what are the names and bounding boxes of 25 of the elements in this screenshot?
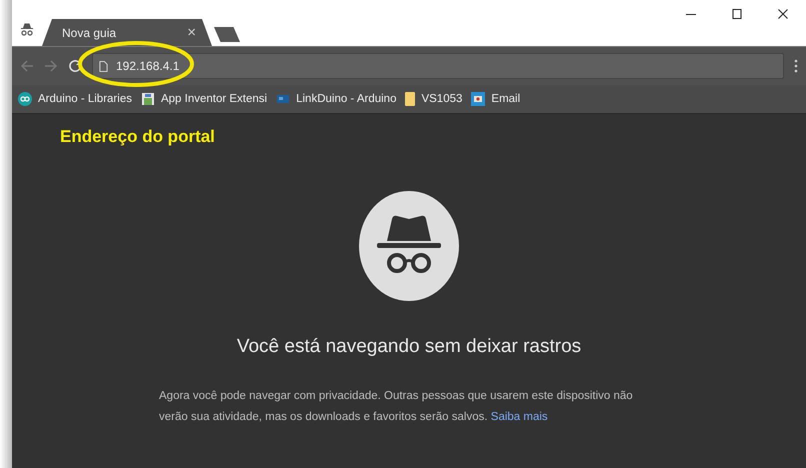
incognito-heading: Você está navegando sem deixar rastros xyxy=(236,336,582,358)
incognito-icon xyxy=(359,191,459,301)
incognito-icon xyxy=(20,22,34,36)
app-icon xyxy=(140,92,155,106)
board-icon xyxy=(276,92,290,106)
maximize-icon[interactable] xyxy=(731,8,743,20)
bookmark[interactable]: LinkDuino - Arduino xyxy=(276,92,396,106)
infinity-icon xyxy=(18,92,32,106)
folder-icon xyxy=(405,92,416,106)
bookmark[interactable]: Email xyxy=(471,92,520,106)
email-icon xyxy=(471,92,486,106)
close-icon[interactable] xyxy=(777,8,789,20)
incognito-description: Agora você pode navegar com privacidade. Outras pessoas que usarem este dispositivo não verão sua atividade, mas os downloads e favoritos serão salvos. Saiba mais xyxy=(159,389,634,425)
bookmark[interactable]: App Inventor Extensi xyxy=(140,92,268,106)
browser-tab[interactable]: Nova guia × xyxy=(42,19,212,46)
bookmark[interactable]: VS1053 xyxy=(405,92,462,106)
learn-more-link[interactable]: Saiba mais xyxy=(490,411,548,423)
bookmark[interactable]: Arduino - Libraries xyxy=(18,92,132,106)
page-icon xyxy=(99,60,108,72)
close-tab-button[interactable]: × xyxy=(187,24,196,41)
address-bar[interactable]: 192.168.4.1 xyxy=(92,53,784,79)
annotation-label: Endereço do portal xyxy=(60,127,215,147)
menu-icon[interactable] xyxy=(794,59,798,73)
new-tab-button[interactable] xyxy=(214,27,240,42)
reload-icon[interactable] xyxy=(68,59,82,73)
